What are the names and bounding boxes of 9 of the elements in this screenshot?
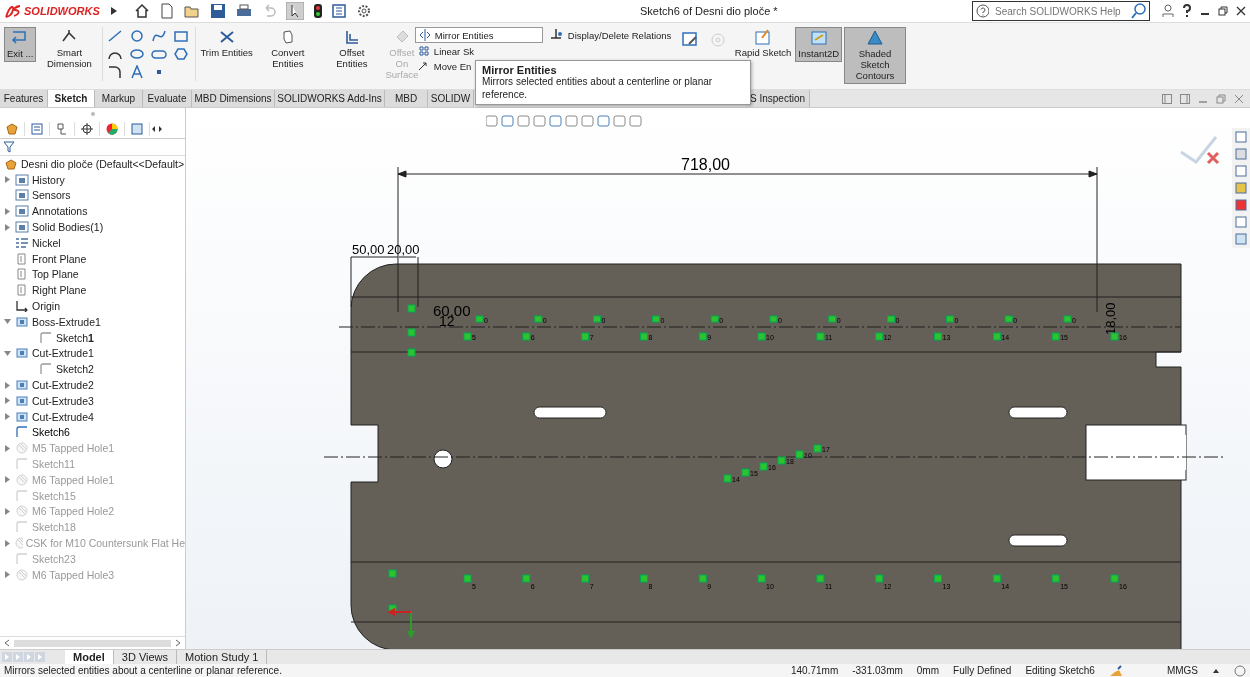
- sketch-state: Fully Defined: [953, 665, 1012, 676]
- z-coordinate: 0mm: [916, 665, 940, 676]
- tooltip-text: Mirrors selected entities about a centerline or planar reference.: [482, 76, 714, 101]
- window-title: Sketch6 of Desni dio ploče *: [640, 5, 779, 17]
- edit-mode: Editing Sketch6: [1025, 665, 1095, 676]
- x-coordinate: 140.71mm: [790, 665, 839, 676]
- tooltip-title: Mirror Entities: [482, 64, 558, 76]
- y-coordinate: -331.03mm: [852, 665, 903, 676]
- status-message: Mirrors selected entities about a centerline or planar reference.: [4, 665, 283, 676]
